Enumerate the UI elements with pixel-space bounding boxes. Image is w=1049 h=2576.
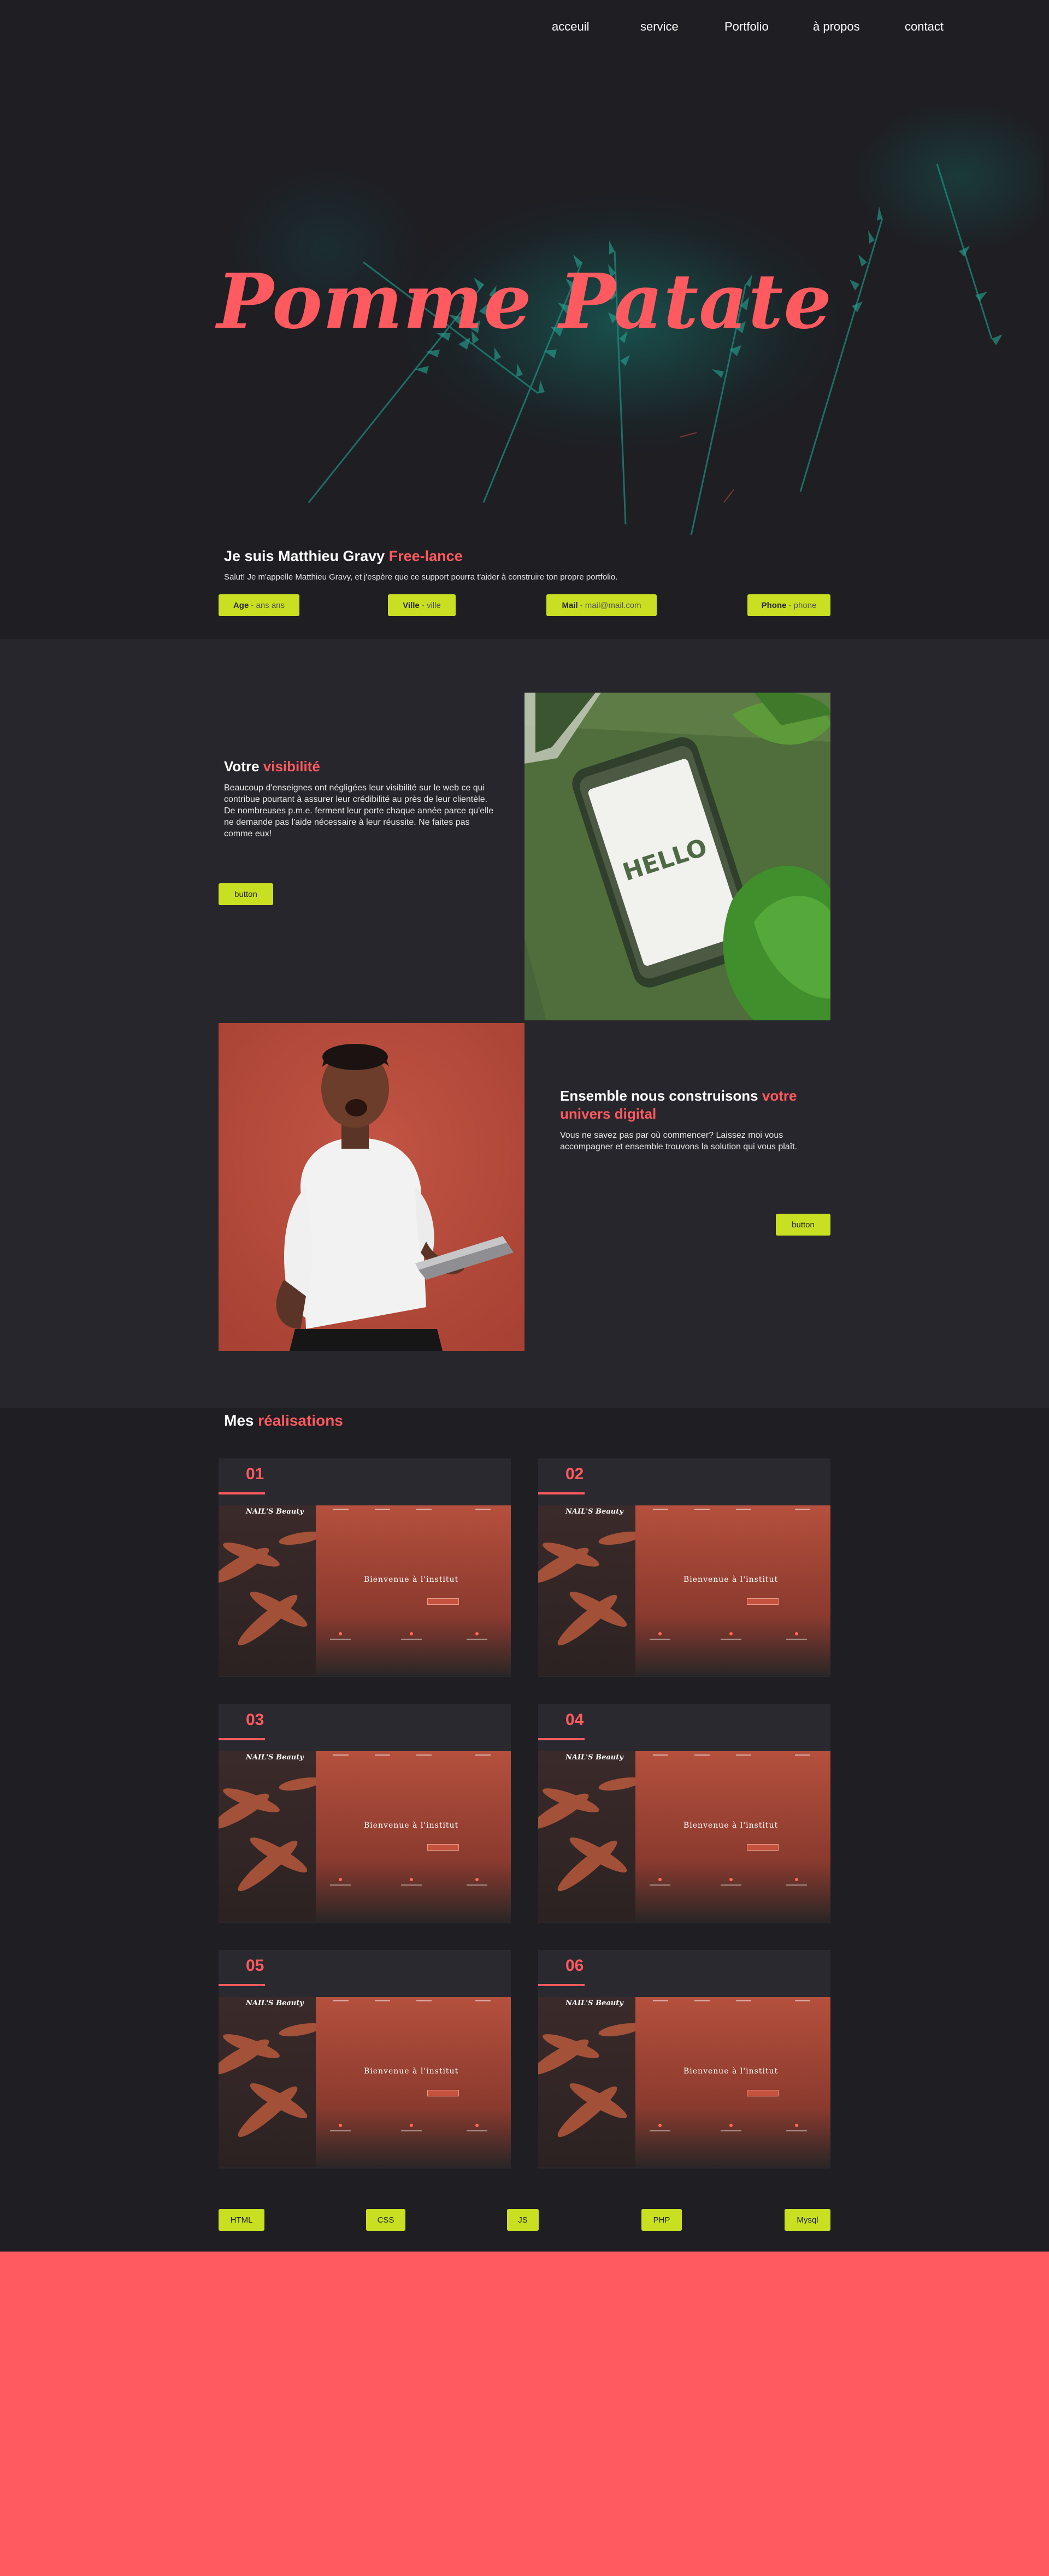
thumb-heading: Bienvenue à l'institut xyxy=(364,2067,459,2076)
skill-tag-mysql[interactable]: Mysql xyxy=(785,2209,830,2231)
thumb-heading: Bienvenue à l'institut xyxy=(683,2067,779,2076)
portfolio-card[interactable]: 06 NAIL'S Beauty Bienvenue à l'institut xyxy=(538,1950,830,2169)
thumb-heading: Bienvenue à l'institut xyxy=(683,1821,779,1830)
pill-value: - ans ans xyxy=(251,600,285,610)
thumb-logo: NAIL'S Beauty xyxy=(565,1508,623,1516)
visibility-title-highlight: visibilité xyxy=(263,758,320,775)
info-pill-phone: Phone - phone xyxy=(747,594,830,616)
card-thumbnail: NAIL'S Beauty Bienvenue à l'institut xyxy=(219,1751,511,1922)
portfolio-card[interactable]: 03 NAIL'S Beauty Bienvenue à l'institut xyxy=(219,1704,511,1923)
visibility-title-prefix: Votre xyxy=(224,758,260,775)
thumb-heading: Bienvenue à l'institut xyxy=(364,1575,459,1584)
portfolio-card[interactable]: 05 NAIL'S Beauty Bienvenue à l'institut xyxy=(219,1950,511,2169)
info-pill-age: Age - ans ans xyxy=(219,594,299,616)
together-title-prefix: Ensemble nous construisons xyxy=(560,1088,758,1104)
thumb-heading: Bienvenue à l'institut xyxy=(683,1575,779,1584)
card-number: 03 xyxy=(246,1711,264,1729)
card-number: 01 xyxy=(246,1465,264,1483)
intro-title: Je suis Matthieu Gravy Free-lance xyxy=(224,548,463,565)
card-number: 05 xyxy=(246,1957,264,1975)
card-underline xyxy=(219,1738,265,1740)
thumb-logo: NAIL'S Beauty xyxy=(246,1999,304,2007)
thumb-logo: NAIL'S Beauty xyxy=(565,1753,623,1762)
intro-title-highlight: Free-lance xyxy=(388,548,463,564)
pill-label: Ville xyxy=(403,600,420,610)
card-underline xyxy=(538,1984,585,1986)
nav-link-a-propos[interactable]: à propos xyxy=(813,20,860,34)
pill-label: Age xyxy=(233,600,249,610)
card-underline xyxy=(538,1492,585,1494)
portfolio-card[interactable]: 02 NAIL'S Beauty Bienvenue à l'institut xyxy=(538,1458,830,1677)
info-pill-mail: Mail - mail@mail.com xyxy=(546,594,657,616)
skill-tag-js[interactable]: JS xyxy=(507,2209,539,2231)
info-pill-ville: Ville - ville xyxy=(388,594,456,616)
card-thumbnail: NAIL'S Beauty Bienvenue à l'institut xyxy=(219,1997,511,2167)
card-underline xyxy=(538,1738,585,1740)
nav-link-portfolio[interactable]: Portfolio xyxy=(724,20,769,34)
visibility-text: Beaucoup d'enseignes ont négligées leur … xyxy=(224,783,494,838)
card-underline xyxy=(219,1984,265,1986)
portfolio-title-prefix: Mes xyxy=(224,1412,254,1429)
footer xyxy=(0,2252,1049,2576)
card-thumbnail: NAIL'S Beauty Bienvenue à l'institut xyxy=(538,1997,830,2167)
skill-tag-php[interactable]: PHP xyxy=(641,2209,682,2231)
pill-value: - mail@mail.com xyxy=(580,600,641,610)
skill-tag-html[interactable]: HTML xyxy=(219,2209,264,2231)
nav-link-contact[interactable]: contact xyxy=(905,20,944,34)
thumb-logo: NAIL'S Beauty xyxy=(565,1999,623,2007)
man-laptop-photo xyxy=(219,1023,524,1351)
portfolio-card[interactable]: 01 NAIL'S Beauty Bienvenue à l'institut xyxy=(219,1458,511,1677)
pill-value: - ville xyxy=(421,600,441,610)
hello-phone-photo: HELLO xyxy=(524,693,830,1020)
together-button[interactable]: button xyxy=(776,1214,830,1236)
card-number: 02 xyxy=(565,1465,584,1483)
skill-tag-css[interactable]: CSS xyxy=(366,2209,405,2231)
portfolio-title-highlight: réalisations xyxy=(258,1412,343,1429)
pill-label: Phone xyxy=(761,600,787,610)
card-number: 04 xyxy=(565,1711,584,1729)
nav-link-service[interactable]: service xyxy=(640,20,679,34)
pill-value: - phone xyxy=(788,600,817,610)
thumb-logo: NAIL'S Beauty xyxy=(246,1753,304,1762)
card-thumbnail: NAIL'S Beauty Bienvenue à l'institut xyxy=(538,1751,830,1922)
intro-text: Salut! Je m'appelle Matthieu Gravy, et j… xyxy=(224,572,618,582)
visibility-button[interactable]: button xyxy=(219,883,273,905)
card-underline xyxy=(219,1492,265,1494)
thumb-logo: NAIL'S Beauty xyxy=(246,1508,304,1516)
hero-title: Pomme Patate xyxy=(216,257,833,346)
card-number: 06 xyxy=(565,1957,584,1975)
nav-link-acceuil[interactable]: acceuil xyxy=(552,20,589,34)
visibility-title: Votre visibilité xyxy=(224,758,320,775)
thumb-heading: Bienvenue à l'institut xyxy=(364,1821,459,1830)
main-nav: acceuil service Portfolio à propos conta… xyxy=(0,20,1049,42)
together-text: Vous ne savez pas par où commencer? Lais… xyxy=(560,1131,798,1151)
together-title: Ensemble nous construisons votre univers… xyxy=(560,1087,811,1123)
intro-title-prefix: Je suis Matthieu Gravy xyxy=(224,548,385,564)
card-thumbnail: NAIL'S Beauty Bienvenue à l'institut xyxy=(219,1505,511,1676)
portfolio-card[interactable]: 04 NAIL'S Beauty Bienvenue à l'institut xyxy=(538,1704,830,1923)
card-thumbnail: NAIL'S Beauty Bienvenue à l'institut xyxy=(538,1505,830,1676)
pill-label: Mail xyxy=(562,600,578,610)
portfolio-title: Mes réalisations xyxy=(224,1412,343,1429)
